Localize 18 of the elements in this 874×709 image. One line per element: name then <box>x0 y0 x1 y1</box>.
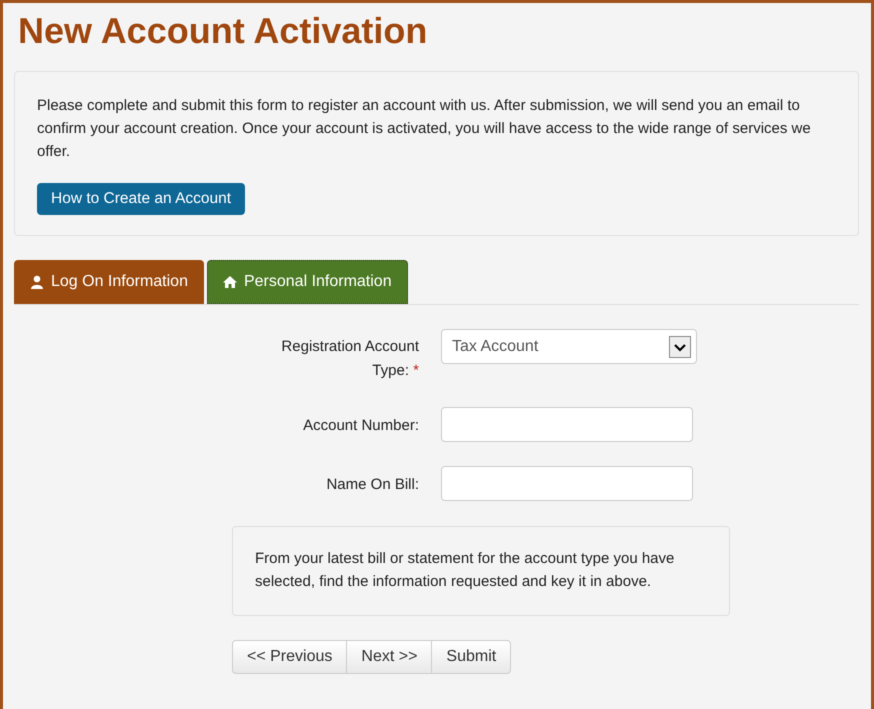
input-field[interactable] <box>441 407 693 442</box>
field-label: Account Number: <box>303 416 419 436</box>
tab[interactable]: Log On Information <box>14 260 204 304</box>
nav-button[interactable]: Submit <box>431 640 512 674</box>
home-icon <box>222 275 237 289</box>
person-icon <box>30 275 44 289</box>
field-label: Registration Account Type: * <box>280 337 419 381</box>
account-type-dropdown[interactable]: Tax Account <box>441 329 697 364</box>
info-note: From your latest bill or statement for the account type you have selected, find the information requested and key it in above. <box>232 526 730 616</box>
how-to-button[interactable]: How to Create an Account <box>37 183 246 215</box>
dropdown-caret-icon[interactable] <box>669 336 691 358</box>
intro-text: Please complete and submit this form to register an account with us. After submission, we will send you an email to confirm your account creation. Once your account is activated, you will have access to the wide range of services we offer. <box>37 96 812 162</box>
nav-button[interactable]: Next >> <box>346 640 432 674</box>
nav-button[interactable]: << Previous <box>232 640 348 674</box>
tab[interactable]: Personal Information <box>206 260 408 304</box>
input-field[interactable] <box>441 466 693 501</box>
field-label: Name On Bill: <box>326 475 419 495</box>
page-title: New Account Activation <box>18 9 428 53</box>
